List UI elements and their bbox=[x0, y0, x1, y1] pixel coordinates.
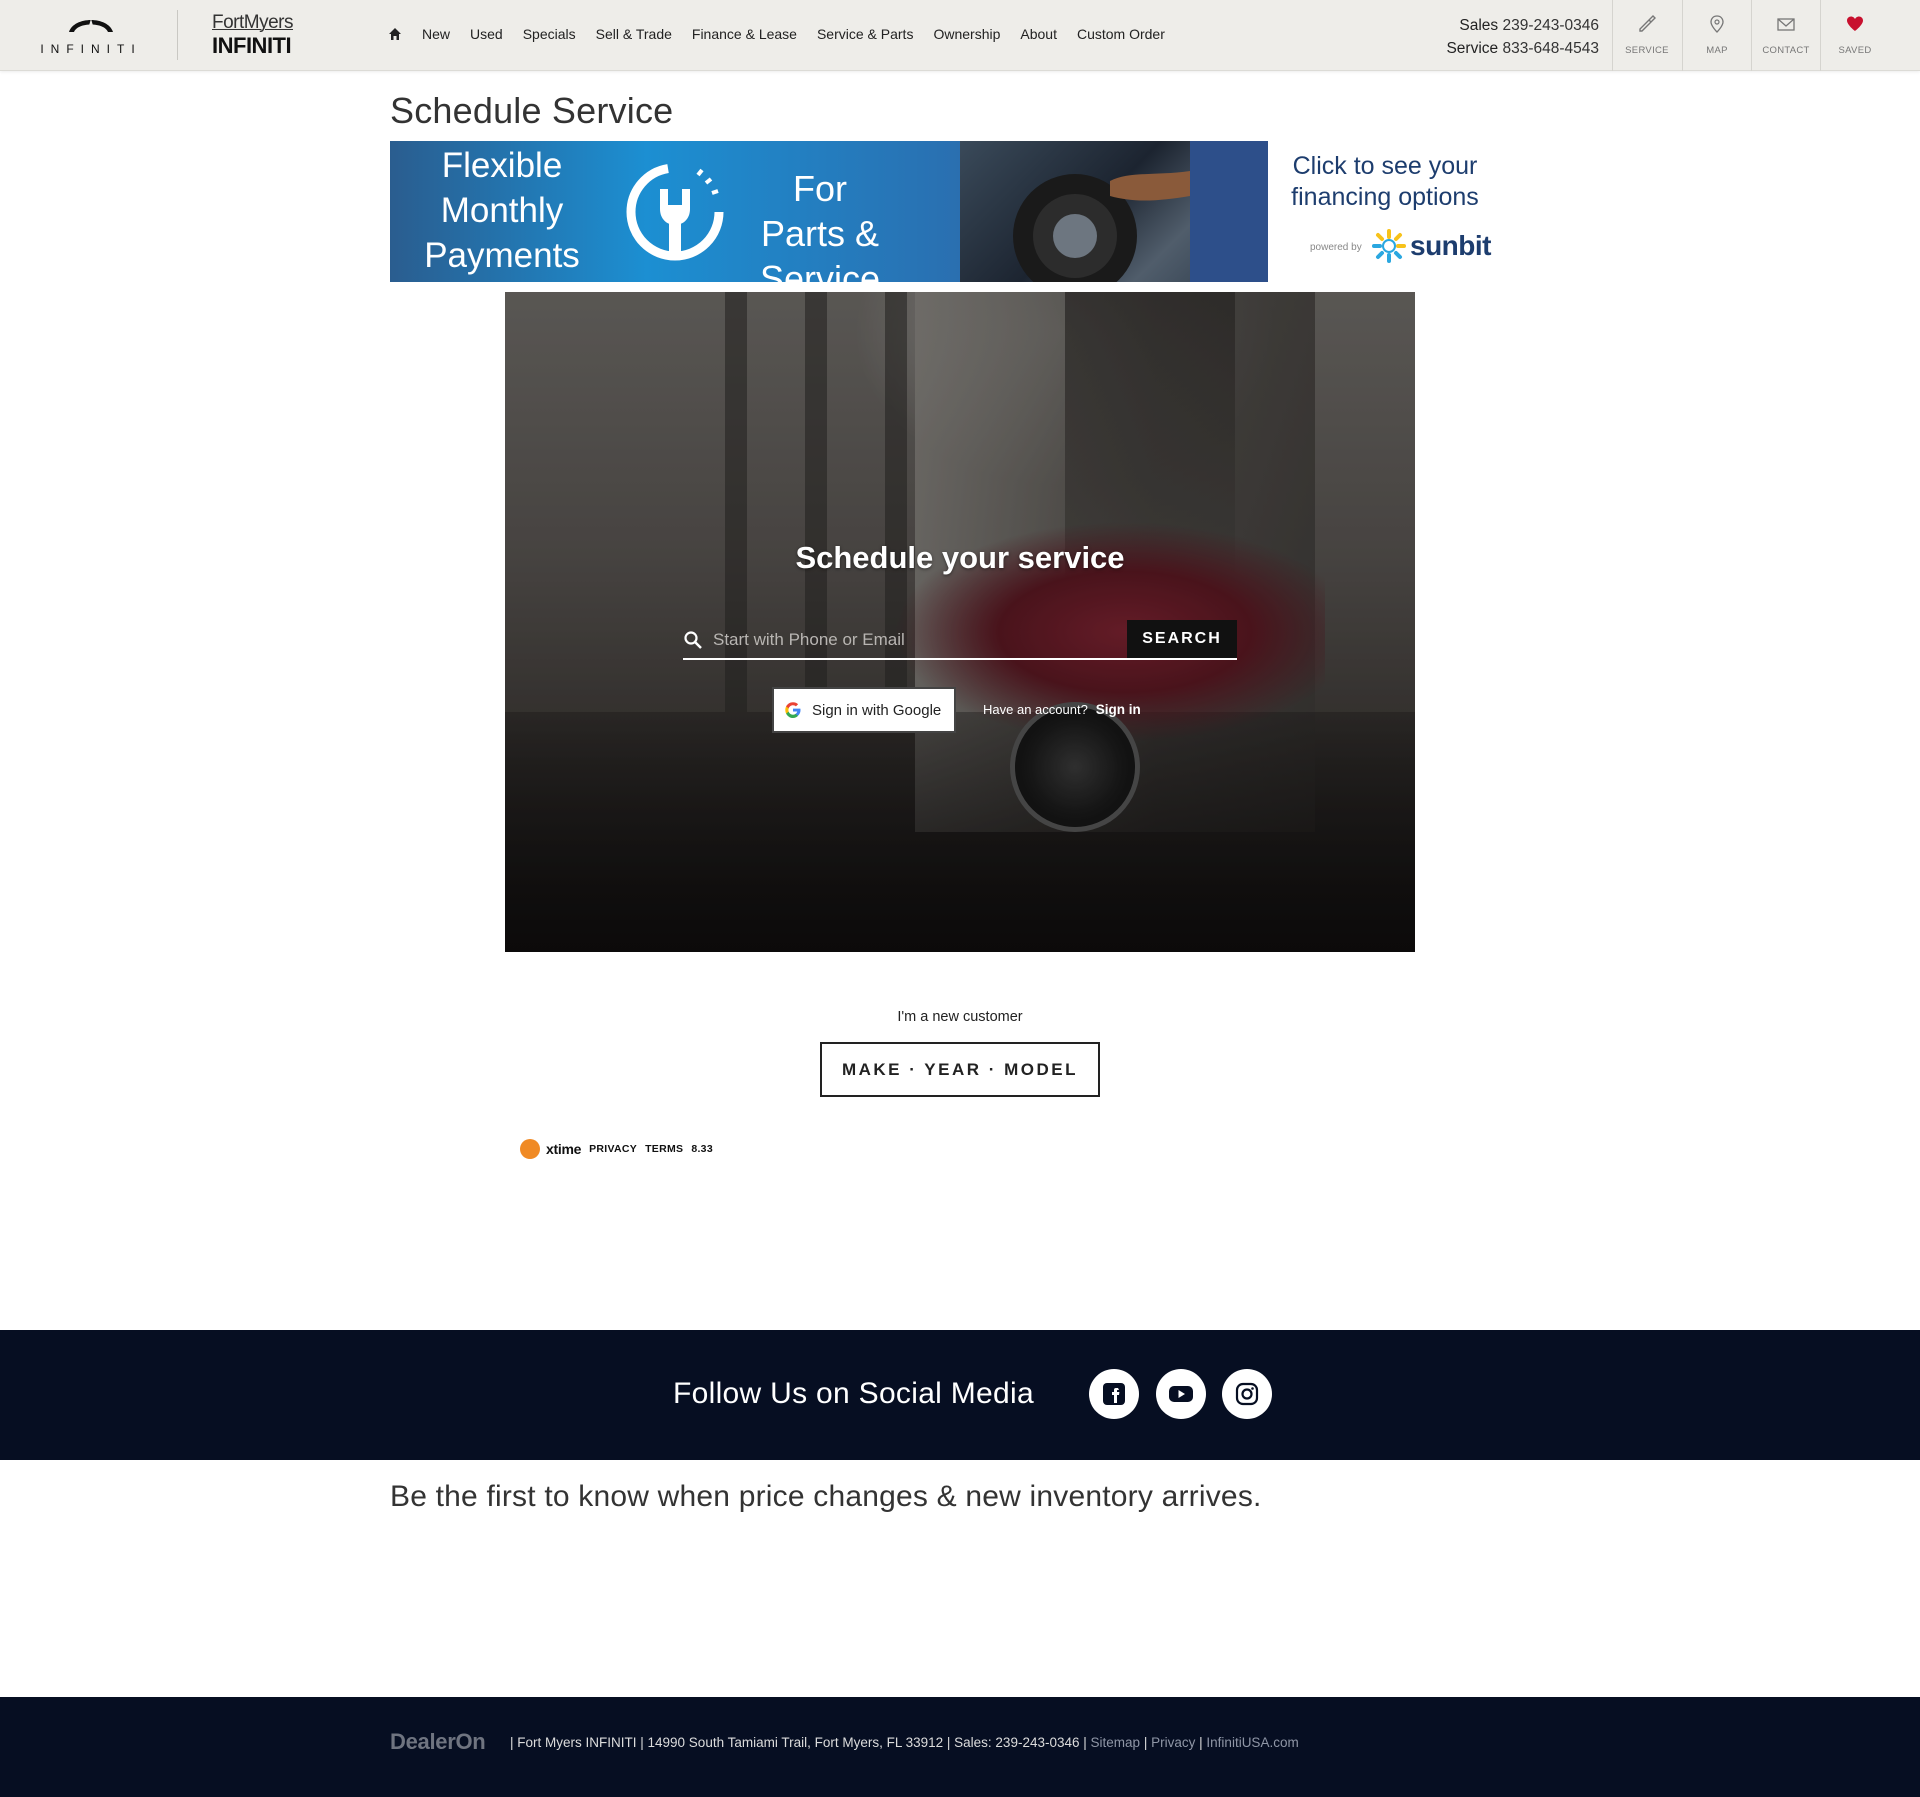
dealer-logo-line2: INFINITI bbox=[212, 33, 292, 58]
have-account-text: Have an account? bbox=[983, 702, 1088, 717]
service-shortcut[interactable]: SERVICE bbox=[1612, 0, 1681, 71]
sunbit-sun-icon bbox=[1372, 229, 1406, 263]
nav-ownership[interactable]: Ownership bbox=[933, 26, 1000, 42]
brand-divider bbox=[177, 10, 178, 60]
home-icon[interactable] bbox=[388, 27, 402, 41]
banner-right-text: Click to see your financing options bbox=[1291, 152, 1479, 211]
wrench-gauge-icon bbox=[626, 163, 724, 261]
google-sign-in-button[interactable]: Sign in with Google bbox=[772, 687, 956, 733]
heart-icon bbox=[1847, 16, 1863, 31]
site-footer: DealerOn | Fort Myers INFINITI | 14990 S… bbox=[0, 1697, 1920, 1797]
xtime-privacy-link[interactable]: PRIVACY bbox=[589, 1143, 637, 1155]
have-account: Have an account? Sign in bbox=[983, 702, 1141, 717]
footer-info: | Fort Myers INFINITI | 14990 South Tami… bbox=[510, 1735, 1299, 1750]
banner-right-panel: Click to see your financing options powe… bbox=[1268, 141, 1502, 282]
xtime-logo-icon bbox=[520, 1139, 540, 1159]
xtime-wordmark: xtime bbox=[546, 1141, 582, 1157]
wrench-icon bbox=[1639, 15, 1656, 32]
footer-infinitiusa-link[interactable]: InfinitiUSA.com bbox=[1206, 1735, 1298, 1750]
footer-privacy-link[interactable]: Privacy bbox=[1151, 1735, 1195, 1750]
scheduler-title: Schedule your service bbox=[795, 540, 1125, 575]
google-sign-in-label: Sign in with Google bbox=[812, 701, 942, 719]
financing-banner[interactable]: Flexible Monthly Payments For Parts & Se… bbox=[390, 141, 1502, 299]
infiniti-emblem-icon bbox=[69, 19, 113, 32]
nav-finance-lease[interactable]: Finance & Lease bbox=[692, 26, 797, 42]
service-label: Service bbox=[1446, 40, 1499, 57]
new-customer-label: I'm a new customer bbox=[897, 1009, 1023, 1025]
google-icon bbox=[785, 702, 801, 718]
infiniti-wordmark: INFINITI bbox=[40, 42, 142, 56]
make-year-model-button[interactable]: MAKE · YEAR · MODEL bbox=[820, 1042, 1100, 1097]
banner-left-text: Flexible Monthly Payments bbox=[424, 146, 580, 275]
footer-address: | Fort Myers INFINITI | 14990 South Tami… bbox=[510, 1735, 1087, 1750]
service-phone[interactable]: Service 833-648-4543 bbox=[1446, 37, 1599, 60]
nav-about[interactable]: About bbox=[1020, 26, 1057, 42]
xtime-version: 8.33 bbox=[691, 1143, 713, 1155]
xtime-footer: xtime PRIVACY TERMS 8.33 bbox=[520, 1139, 721, 1159]
page-title: Schedule Service bbox=[390, 90, 674, 131]
map-shortcut[interactable]: MAP bbox=[1682, 0, 1751, 71]
sunbit-logo: sunbit bbox=[1372, 229, 1492, 263]
nav-specials[interactable]: Specials bbox=[523, 26, 576, 42]
banner-blue-panel: Flexible Monthly Payments For Parts & Se… bbox=[390, 141, 960, 299]
site-header: INFINITI FortMyers INFINITI New Used Spe… bbox=[0, 0, 1920, 71]
sunbit-wordmark: sunbit bbox=[1410, 230, 1492, 261]
dealer-logo[interactable]: FortMyers INFINITI bbox=[212, 12, 294, 58]
footer-separator: | bbox=[1143, 1735, 1148, 1750]
xtime-terms-link[interactable]: TERMS bbox=[645, 1143, 683, 1155]
search-icon bbox=[684, 631, 702, 649]
mechanic-tire-photo bbox=[960, 141, 1268, 282]
nav-new[interactable]: New bbox=[422, 26, 450, 42]
map-shortcut-label: MAP bbox=[1706, 45, 1728, 56]
facebook-icon[interactable] bbox=[1089, 1369, 1139, 1419]
dealer-logo-line1: FortMyers bbox=[212, 12, 294, 33]
nav-service-parts[interactable]: Service & Parts bbox=[817, 26, 913, 42]
main-nav: New Used Specials Sell & Trade Finance &… bbox=[388, 26, 1185, 42]
social-section: Follow Us on Social Media bbox=[0, 1330, 1920, 1460]
youtube-icon[interactable] bbox=[1156, 1369, 1206, 1419]
map-pin-icon bbox=[1710, 15, 1724, 33]
sales-label: Sales bbox=[1459, 17, 1499, 34]
saved-shortcut[interactable]: SAVED bbox=[1820, 0, 1889, 71]
scheduler-search: SEARCH bbox=[683, 620, 1237, 660]
service-shortcut-label: SERVICE bbox=[1625, 45, 1669, 56]
envelope-icon bbox=[1777, 18, 1795, 31]
newsletter-message: Be the first to know when price changes … bbox=[390, 1480, 1262, 1513]
infiniti-logo[interactable]: INFINITI bbox=[30, 12, 152, 60]
service-number: 833-648-4543 bbox=[1502, 40, 1599, 57]
contact-shortcut-label: CONTACT bbox=[1762, 45, 1810, 56]
contact-shortcut[interactable]: CONTACT bbox=[1751, 0, 1820, 71]
nav-used[interactable]: Used bbox=[470, 26, 503, 42]
dealeron-logo[interactable]: DealerOn bbox=[390, 1729, 486, 1755]
social-title: Follow Us on Social Media bbox=[673, 1377, 1034, 1410]
nav-custom-order[interactable]: Custom Order bbox=[1077, 26, 1165, 42]
footer-sitemap-link[interactable]: Sitemap bbox=[1091, 1735, 1141, 1750]
instagram-icon[interactable] bbox=[1222, 1369, 1272, 1419]
banner-powered-by: powered by bbox=[1310, 242, 1362, 253]
search-button[interactable]: SEARCH bbox=[1127, 620, 1237, 658]
sign-in-link[interactable]: Sign in bbox=[1096, 702, 1141, 717]
banner-mid-text: For Parts & Service bbox=[759, 168, 881, 299]
sales-phone[interactable]: Sales 239-243-0346 bbox=[1446, 14, 1599, 37]
nav-sell-trade[interactable]: Sell & Trade bbox=[596, 26, 672, 42]
phone-email-input[interactable] bbox=[713, 625, 1113, 655]
saved-shortcut-label: SAVED bbox=[1838, 45, 1872, 56]
sales-number: 239-243-0346 bbox=[1502, 17, 1599, 34]
footer-separator: | bbox=[1199, 1735, 1203, 1750]
phone-numbers: Sales 239-243-0346 Service 833-648-4543 bbox=[1446, 14, 1599, 60]
service-scheduler: Schedule your service SEARCH Sign in wit… bbox=[505, 292, 1415, 952]
